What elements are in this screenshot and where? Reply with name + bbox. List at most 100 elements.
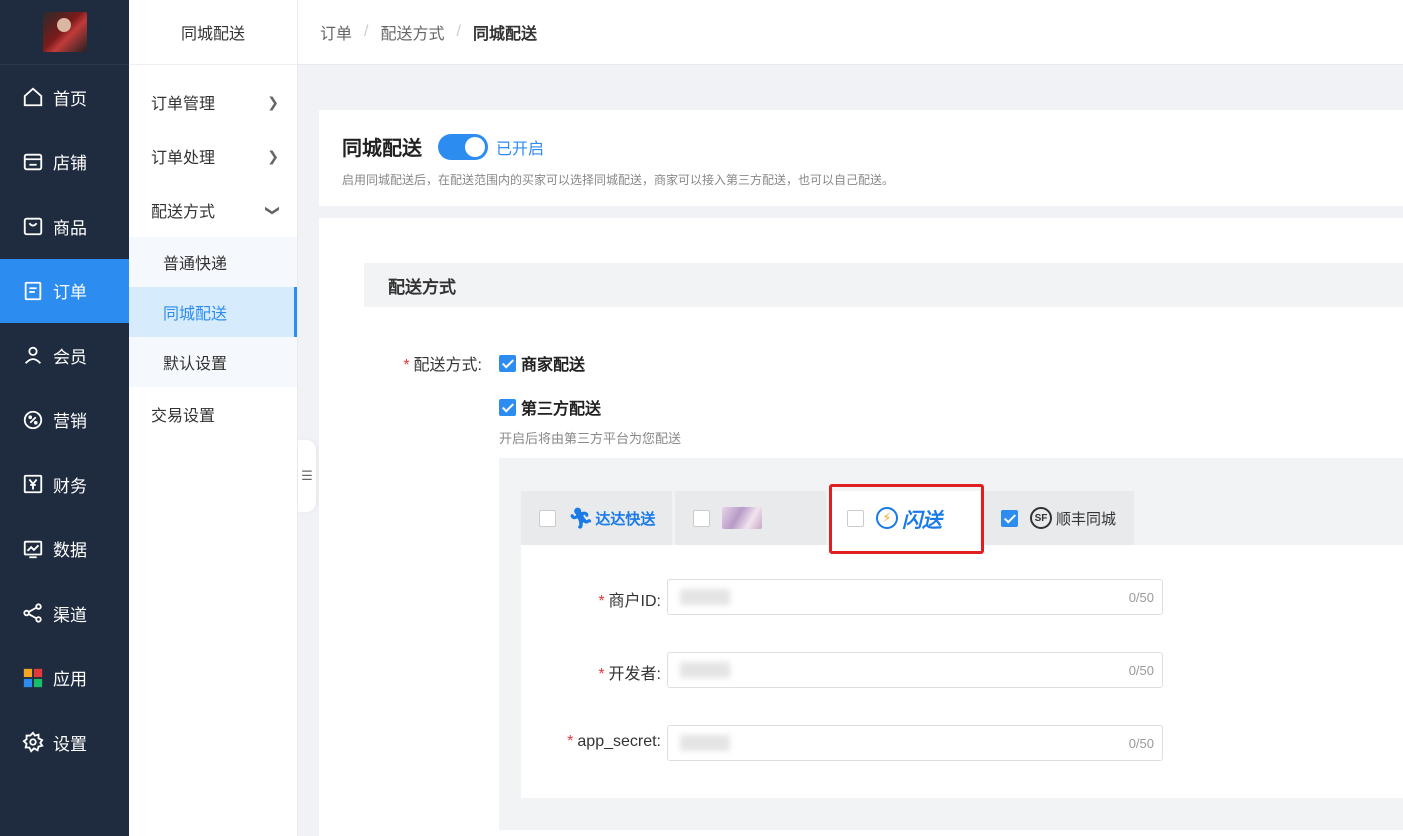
redacted-value [680,589,730,605]
dada-logo: 🏃︎ 达达快送 [568,506,655,531]
nav-item-home[interactable]: 首页 [0,65,129,130]
sidebar-title: 同城配送 [129,0,297,65]
third-party-hint: 开启后将由第三方平台为您配送 [499,431,682,446]
provider-credentials-panel: * 商户ID: 0/50 * 开发者: 0/50 * app_secret: 0/50 [521,545,1403,798]
chevron-down-icon: ❯ [265,204,282,216]
nav-item-members[interactable]: 会员 [0,323,129,388]
label-text: 配送方式: [413,357,482,374]
marketing-icon [22,409,44,431]
chevron-right-icon: ❯ [267,147,279,164]
app-secret-input[interactable]: 0/50 [667,725,1163,761]
collapse-sidebar-toggle[interactable]: ☰ [298,440,316,512]
provider-tab-shansong[interactable]: ⚡︎ 闪送 [829,491,980,545]
checkbox-unchecked[interactable] [693,509,710,527]
shansong-logo: ⚡︎ 闪送 [876,504,942,533]
nav-label: 会员 [53,347,87,367]
checkbox-label: 第三方配送 [521,401,602,418]
sidebar-item-label: 订单处理 [151,150,216,167]
merchant-id-label: * 商户ID: [521,587,661,611]
app-secret-label: * app_secret: [521,733,661,751]
store-avatar[interactable] [42,12,87,52]
label-text: 商户ID: [608,593,661,610]
nav-item-settings[interactable]: 设置 [0,710,129,775]
chevron-right-icon: ❯ [267,93,279,110]
required-mark: * [403,357,410,374]
required-mark: * [567,733,574,750]
main-nav: 首页 店铺 商品 订单 会员 营销 财务 数据 渠道 应用 设置 [0,0,129,836]
page-title: 同城配送 [342,138,422,160]
same-city-header-card: 同城配送 已开启 启用同城配送后，在配送范围内的买家可以选择同城配送，商家可以接… [319,110,1403,206]
nav-item-finance[interactable]: 财务 [0,452,129,517]
nav-label: 应用 [53,670,87,690]
sidebar-item-delivery-methods[interactable]: 配送方式 ❯ [129,183,297,237]
delivery-settings-card: 配送方式 * 配送方式: 商家配送 第三方配送 开启后将由第三方平台为您配送 🏃︎… [319,218,1403,836]
nav-item-goods[interactable]: 商品 [0,194,129,259]
nav-item-orders[interactable]: 订单 [0,258,129,323]
sf-icon: SF [1030,507,1052,529]
merchant-delivery-checkbox[interactable]: 商家配送 [499,351,585,375]
nav-label: 营销 [53,412,87,432]
sidebar-item-label: 交易设置 [151,408,216,425]
runner-icon: 🏃︎ [568,507,594,530]
checkbox-checked[interactable] [1001,509,1018,527]
sidebar-item-trade-settings[interactable]: 交易设置 [129,387,297,441]
sidebar-sub-express[interactable]: 普通快递 [129,237,297,287]
provider-logo-image [722,507,762,529]
sidebar-sub-same-city[interactable]: 同城配送 [129,287,297,337]
sidebar-item-order-management[interactable]: 订单管理 ❯ [129,75,297,129]
nav-label: 商品 [53,218,87,238]
logo-area [0,0,129,65]
provider-tabs: 🏃︎ 达达快送 ⚡︎ 闪送 SF 顺丰同城 [521,491,1137,545]
bag-icon [22,215,44,237]
provider-tab-dada[interactable]: 🏃︎ 达达快送 [521,491,672,545]
nav-item-apps[interactable]: 应用 [0,646,129,711]
user-icon [22,344,44,366]
char-counter: 0/50 [1128,589,1154,605]
nav-label: 设置 [53,734,87,754]
third-party-delivery-checkbox[interactable]: 第三方配送 [499,395,601,419]
secondary-sidebar: 同城配送 订单管理 ❯ 订单处理 ❯ 配送方式 ❯ 普通快递 同城配送 默认设置… [129,0,298,836]
merchant-id-input[interactable]: 0/50 [667,579,1163,615]
sidebar-sub-default-settings[interactable]: 默认设置 [129,337,297,387]
checkbox-unchecked[interactable] [847,509,864,527]
nav-item-channel[interactable]: 渠道 [0,581,129,646]
store-icon [22,151,44,173]
provider-name: 达达快送 [595,510,656,528]
sf-logo: SF 顺丰同城 [1030,507,1116,529]
nav-label: 财务 [53,476,87,496]
nav-label: 首页 [53,89,87,109]
checkbox-checked[interactable] [499,354,516,372]
label-text: 开发者: [608,666,661,683]
redacted-value [680,662,730,678]
breadcrumb-item[interactable]: 订单 [320,20,352,44]
menu-fold-icon: ☰ [301,468,313,483]
provider-tab-sf[interactable]: SF 顺丰同城 [983,491,1134,545]
enable-toggle[interactable] [438,133,488,160]
delivery-method-label: * 配送方式: [394,351,482,375]
breadcrumb-item[interactable]: 配送方式 [380,20,444,44]
developer-label: * 开发者: [521,660,661,684]
required-mark: * [598,666,605,683]
nav-item-marketing[interactable]: 营销 [0,388,129,453]
order-icon [22,280,44,302]
checkbox-unchecked[interactable] [539,509,556,527]
provider-tab-unknown[interactable] [675,491,826,545]
char-counter: 0/50 [1128,662,1154,678]
label-text: app_secret: [577,733,661,750]
sidebar-item-label: 配送方式 [151,204,216,221]
toggle-status-label: 已开启 [496,140,545,158]
apps-icon [22,667,44,689]
breadcrumb-separator: / [456,23,461,40]
developer-input[interactable]: 0/50 [667,652,1163,688]
provider-name: 闪送 [902,509,942,532]
nav-label: 订单 [53,283,87,303]
breadcrumb-separator: / [364,23,369,40]
toggle-knob [465,136,485,157]
section-title: 配送方式 [364,263,1403,307]
nav-item-data[interactable]: 数据 [0,517,129,582]
finance-icon [22,473,44,495]
sidebar-item-order-processing[interactable]: 订单处理 ❯ [129,129,297,183]
checkbox-checked[interactable] [499,398,516,416]
nav-label: 渠道 [53,605,87,625]
nav-item-store[interactable]: 店铺 [0,130,129,195]
